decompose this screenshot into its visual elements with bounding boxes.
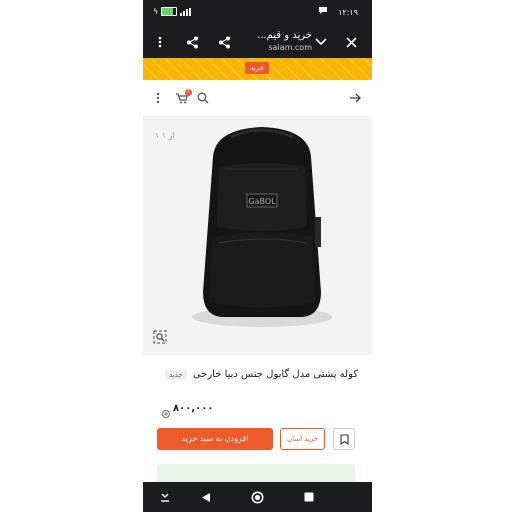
page-title: خرید و قیم... xyxy=(257,30,312,41)
zoom-icon[interactable] xyxy=(152,329,168,345)
search-icon[interactable] xyxy=(196,91,210,105)
bookmark-button[interactable] xyxy=(333,428,355,450)
status-bar: ϟ ۱۲:۱۹ xyxy=(143,0,372,26)
backpack-image: GaBOL xyxy=(192,127,332,327)
phone-screen: ϟ ۱۲:۱۹ خرید و قیم... salam.com خرید 1 ۱… xyxy=(143,0,372,512)
price-tag-icon xyxy=(161,404,171,423)
page-url[interactable]: salam.com xyxy=(202,43,312,52)
flash-icon: ϟ xyxy=(153,7,159,16)
back-icon[interactable] xyxy=(199,490,213,504)
bookmark-icon xyxy=(339,433,349,445)
easy-buy-button[interactable]: خرید آسان xyxy=(280,428,325,450)
browser-toolbar: خرید و قیم... salam.com xyxy=(143,26,372,58)
status-time: ۱۲:۱۹ xyxy=(338,8,358,17)
home-icon[interactable] xyxy=(250,490,264,504)
system-nav-bar xyxy=(143,482,372,512)
signal-icon xyxy=(180,7,192,16)
cart-count-badge: 1 xyxy=(185,89,192,96)
promo-banner: خرید xyxy=(143,58,372,80)
product-price: ۸۰۰,۰۰۰ xyxy=(173,403,214,414)
site-navbar: 1 xyxy=(143,80,372,117)
menu-dots-icon[interactable] xyxy=(151,91,165,105)
product-title: کوله پشتی مدل گابول جنس دبیا خارجی xyxy=(192,369,358,380)
banner-buy-button[interactable]: خرید xyxy=(245,62,269,74)
arrow-forward-icon[interactable] xyxy=(348,91,362,105)
messages-icon xyxy=(318,6,330,16)
more-icon[interactable] xyxy=(153,35,167,49)
add-to-cart-button[interactable]: افزودن به سبد خرید xyxy=(157,428,273,450)
cart-icon[interactable]: 1 xyxy=(175,89,192,105)
battery-icon xyxy=(161,7,178,16)
status-left-icons: ϟ xyxy=(153,7,192,16)
keyboard-hide-icon[interactable] xyxy=(158,490,172,504)
share-icon[interactable] xyxy=(185,35,199,49)
new-badge: جدید xyxy=(165,370,187,380)
product-gallery[interactable]: ۱ از ۱ GaBOL xyxy=(143,117,372,355)
close-icon[interactable] xyxy=(344,35,358,49)
chevron-down-icon[interactable] xyxy=(314,35,328,49)
recents-icon[interactable] xyxy=(302,490,316,504)
brand-logo: GaBOL xyxy=(248,197,276,206)
